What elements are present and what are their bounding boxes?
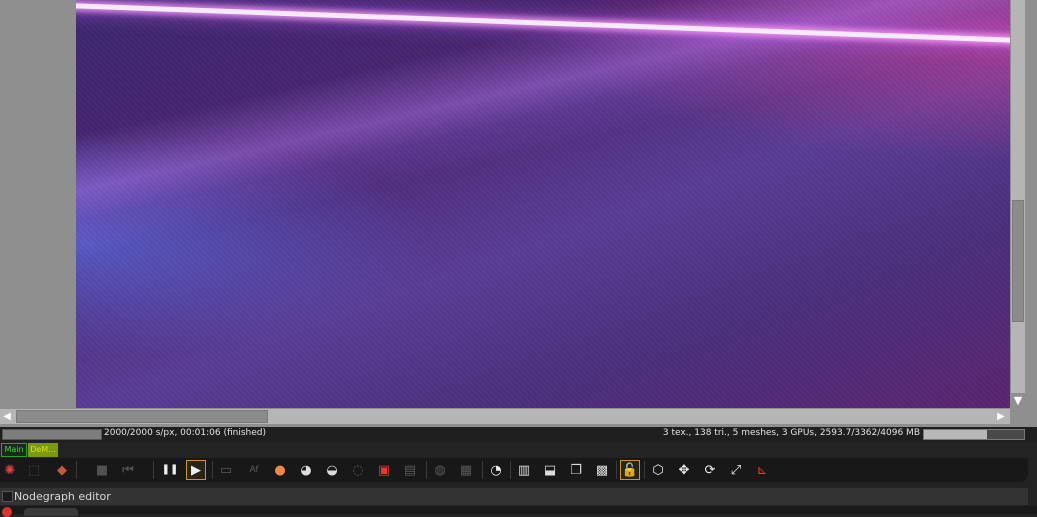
render-target-icon[interactable]: ✺ — [0, 460, 20, 480]
nodegraph-label: Nodegraph editor — [14, 490, 111, 503]
scroll-down-arrow-icon[interactable]: ▼ — [1011, 394, 1025, 408]
fit-icon[interactable]: ⤢ — [726, 460, 746, 480]
axes-icon[interactable]: ⊾ — [752, 460, 772, 480]
gauge-icon[interactable]: ◔ — [486, 460, 506, 480]
toolbar-separator — [426, 461, 427, 479]
toolbar-separator — [76, 461, 77, 479]
checker-icon[interactable]: ▩ — [592, 460, 612, 480]
render-progress-bar — [2, 429, 102, 440]
tab-main[interactable]: Main — [1, 443, 27, 457]
color-wheel-icon[interactable]: ● — [270, 460, 290, 480]
vertical-scrollbar[interactable] — [1011, 0, 1025, 393]
scroll-left-arrow-icon[interactable]: ◀ — [0, 409, 14, 424]
gpu-memory-fill — [924, 430, 988, 439]
toolbar-separator — [153, 461, 154, 479]
cube-icon[interactable]: ⬡ — [648, 460, 668, 480]
render-progress-fill — [3, 430, 101, 439]
grid-icon[interactable]: ▦ — [456, 460, 476, 480]
toolbar-separator — [644, 461, 645, 479]
copy-icon[interactable]: ❐ — [566, 460, 586, 480]
surface-texture — [76, 0, 1010, 408]
region-icon[interactable]: ⬚ — [24, 460, 44, 480]
globe-icon[interactable]: ◍ — [430, 460, 450, 480]
nodegraph-checkbox[interactable] — [2, 491, 13, 502]
export-icon[interactable]: ⬓ — [540, 460, 560, 480]
sphere-icon[interactable]: ◕ — [296, 460, 316, 480]
render-toolbar: ✺ ⬚ ◆ ■ ⏮ ❚❚ ▶ ▭ Af ● ◕ ◒ ◌ ▣ ▤ ◍ ▦ ◔ ▥ … — [0, 458, 1028, 482]
material-icon[interactable]: ◒ — [322, 460, 342, 480]
toolbar-separator — [616, 461, 617, 479]
render-status-text: 2000/2000 s/px, 00:01:06 (finished) — [104, 428, 267, 438]
vertical-scroll-thumb[interactable] — [1012, 200, 1024, 322]
rewind-button[interactable]: ⏮ — [118, 460, 138, 480]
clipboard-icon[interactable]: ▥ — [514, 460, 534, 480]
render-viewport[interactable] — [76, 0, 1010, 408]
viewport-area: ▼ ◀ ▶ — [0, 0, 1037, 427]
monitor-icon[interactable]: ▭ — [216, 460, 236, 480]
toolbar-separator — [510, 461, 511, 479]
bottom-tab[interactable] — [24, 508, 78, 516]
horizontal-scroll-thumb[interactable] — [16, 410, 268, 423]
cube-color-icon[interactable]: ◆ — [52, 460, 72, 480]
bottom-strip — [0, 506, 1037, 517]
af-icon[interactable]: Af — [244, 460, 264, 480]
lock-icon[interactable]: 🔓 — [620, 460, 640, 480]
toolbar-separator — [482, 461, 483, 479]
tab-demo[interactable]: DeM... — [28, 443, 58, 457]
move-icon[interactable]: ✥ — [674, 460, 694, 480]
object-icon[interactable]: ▣ — [374, 460, 394, 480]
ref-icon[interactable]: ◌ — [348, 460, 368, 480]
status-bar: 2000/2000 s/px, 00:01:06 (finished) 3 te… — [0, 427, 1037, 442]
nodegraph-bar: Nodegraph editor — [0, 488, 1028, 505]
stop-button[interactable]: ■ — [92, 460, 112, 480]
scroll-right-arrow-icon[interactable]: ▶ — [994, 409, 1008, 424]
gpu-memory-bar — [923, 429, 1025, 440]
play-button[interactable]: ▶ — [186, 460, 206, 480]
scene-stats-text: 3 tex., 138 tri., 5 meshes, 3 GPUs, 2593… — [662, 428, 920, 438]
rotate-icon[interactable]: ⟳ — [700, 460, 720, 480]
toolbar-separator — [212, 461, 213, 479]
pause-button[interactable]: ❚❚ — [160, 460, 180, 480]
app-icon — [2, 507, 12, 517]
layer-icon[interactable]: ▤ — [400, 460, 420, 480]
